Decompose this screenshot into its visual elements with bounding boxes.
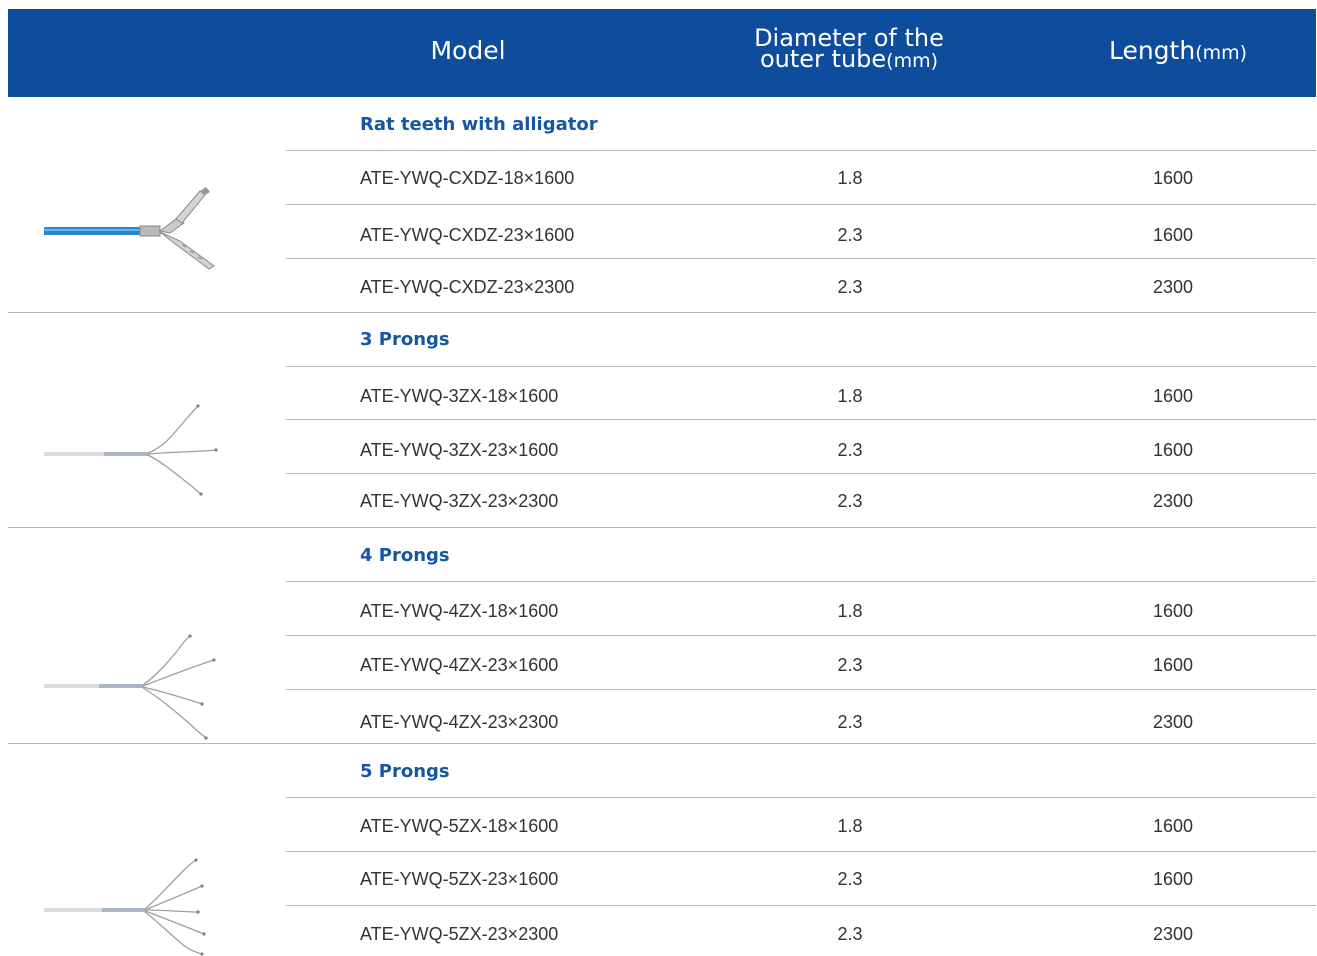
cell-length: 2300 <box>1152 277 1194 297</box>
row-divider <box>286 689 1316 690</box>
header-length-label: Length <box>1108 36 1196 65</box>
table-row: ATE-YWQ-4ZX-18×1600 1.8 1600 <box>0 600 1317 622</box>
cell-length: 1600 <box>1152 386 1194 406</box>
cell-diameter: 2.3 <box>837 712 863 732</box>
table-row: ATE-YWQ-3ZX-23×2300 2.3 2300 <box>0 490 1317 512</box>
row-divider <box>286 905 1316 906</box>
row-divider <box>286 204 1316 205</box>
header-diameter-unit: (mm) <box>886 50 939 72</box>
row-divider <box>286 366 1316 367</box>
cell-length: 2300 <box>1152 712 1194 732</box>
header-diameter-line2: outer tube <box>759 45 887 73</box>
cell-model: ATE-YWQ-5ZX-18×1600 <box>360 816 559 836</box>
cell-model: ATE-YWQ-4ZX-18×1600 <box>360 601 559 621</box>
cell-diameter: 2.3 <box>837 491 863 511</box>
table-row: ATE-YWQ-CXDZ-23×1600 2.3 1600 <box>0 224 1317 246</box>
header-model: Model <box>430 36 506 65</box>
cell-diameter: 2.3 <box>837 924 863 944</box>
table-row: ATE-YWQ-CXDZ-23×2300 2.3 2300 <box>0 276 1317 298</box>
cell-length: 1600 <box>1152 601 1194 621</box>
row-divider <box>286 851 1316 852</box>
row-divider <box>286 473 1316 474</box>
cell-model: ATE-YWQ-5ZX-23×2300 <box>360 924 559 944</box>
row-divider <box>286 797 1316 798</box>
row-divider <box>286 258 1316 259</box>
table-row: ATE-YWQ-3ZX-23×1600 2.3 1600 <box>0 439 1317 461</box>
row-divider <box>286 150 1316 151</box>
cell-model: ATE-YWQ-CXDZ-23×2300 <box>360 277 575 297</box>
cell-length: 2300 <box>1152 924 1194 944</box>
table-row: ATE-YWQ-3ZX-18×1600 1.8 1600 <box>0 385 1317 407</box>
cell-model: ATE-YWQ-3ZX-23×1600 <box>360 440 559 460</box>
table-row: ATE-YWQ-5ZX-23×2300 2.3 2300 <box>0 923 1317 945</box>
cell-diameter: 2.3 <box>837 655 863 675</box>
table-row: ATE-YWQ-4ZX-23×1600 2.3 1600 <box>0 654 1317 676</box>
cell-length: 1600 <box>1152 869 1194 889</box>
row-divider <box>286 581 1316 582</box>
cell-length: 1600 <box>1152 440 1194 460</box>
group-divider <box>8 527 1316 528</box>
table-row: ATE-YWQ-4ZX-23×2300 2.3 2300 <box>0 711 1317 733</box>
cell-model: ATE-YWQ-3ZX-23×2300 <box>360 491 559 511</box>
header-diameter: Diameter of the outer tube(mm) <box>708 26 990 73</box>
table-header: Model Diameter of the outer tube(mm) Len… <box>8 9 1316 97</box>
group-title: 5 Prongs <box>360 761 450 782</box>
cell-model: ATE-YWQ-4ZX-23×1600 <box>360 655 559 675</box>
cell-model: ATE-YWQ-CXDZ-23×1600 <box>360 225 575 245</box>
cell-model: ATE-YWQ-5ZX-23×1600 <box>360 869 559 889</box>
cell-diameter: 1.8 <box>837 386 863 406</box>
group-title: 3 Prongs <box>360 329 450 350</box>
cell-diameter: 1.8 <box>837 601 863 621</box>
group-divider <box>8 312 1316 313</box>
cell-model: ATE-YWQ-4ZX-23×2300 <box>360 712 559 732</box>
table-row: ATE-YWQ-5ZX-18×1600 1.8 1600 <box>0 815 1317 837</box>
row-divider <box>286 635 1316 636</box>
group-divider <box>8 743 1316 744</box>
cell-diameter: 1.8 <box>837 816 863 836</box>
cell-length: 2300 <box>1152 491 1194 511</box>
table-row: ATE-YWQ-5ZX-23×1600 2.3 1600 <box>0 868 1317 890</box>
group-title: 4 Prongs <box>360 545 450 566</box>
cell-model: ATE-YWQ-3ZX-18×1600 <box>360 386 559 406</box>
cell-diameter: 2.3 <box>837 440 863 460</box>
header-length: Length(mm) <box>1068 36 1288 68</box>
cell-diameter: 2.3 <box>837 225 863 245</box>
cell-length: 1600 <box>1152 225 1194 245</box>
group-title: Rat teeth with alligator <box>360 114 598 135</box>
header-length-unit: (mm) <box>1195 42 1248 64</box>
cell-length: 1600 <box>1152 655 1194 675</box>
row-divider <box>286 419 1316 420</box>
cell-model: ATE-YWQ-CXDZ-18×1600 <box>360 168 575 188</box>
cell-diameter: 2.3 <box>837 869 863 889</box>
cell-length: 1600 <box>1152 168 1194 188</box>
table-row: ATE-YWQ-CXDZ-18×1600 1.8 1600 <box>0 167 1317 189</box>
cell-length: 1600 <box>1152 816 1194 836</box>
cell-diameter: 1.8 <box>837 168 863 188</box>
cell-diameter: 2.3 <box>837 277 863 297</box>
